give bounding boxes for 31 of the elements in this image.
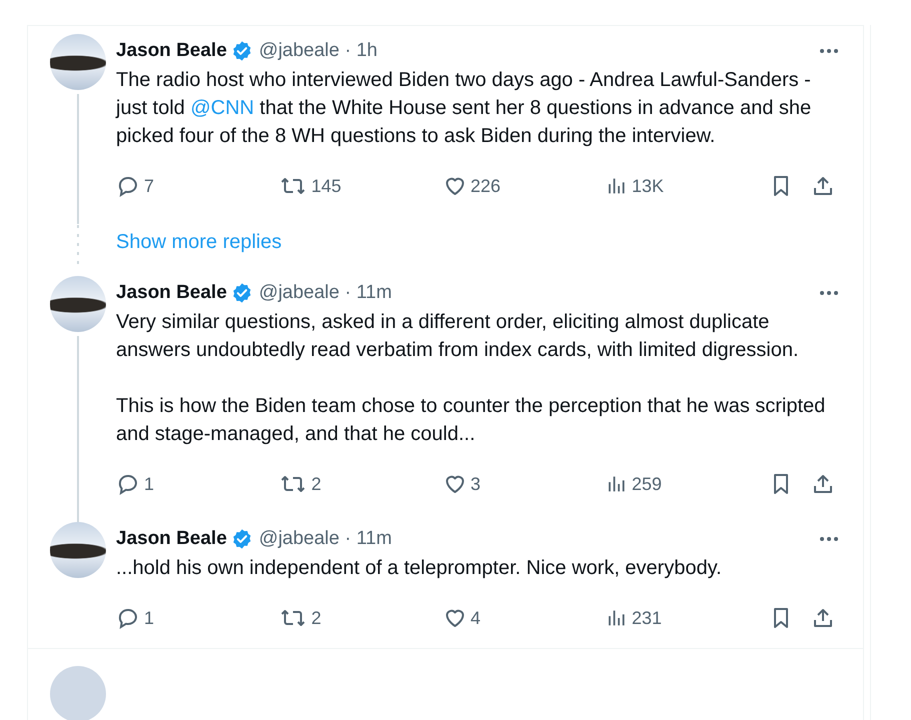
- more-options-icon[interactable]: [819, 290, 839, 296]
- views-button[interactable]: 231: [606, 607, 769, 629]
- like-button[interactable]: 4: [442, 606, 606, 630]
- repost-button[interactable]: 2: [279, 472, 442, 496]
- more-options-icon[interactable]: [819, 536, 839, 542]
- repost-button[interactable]: 2: [279, 606, 442, 630]
- like-button[interactable]: 226: [442, 174, 606, 198]
- reply-button[interactable]: 7: [116, 174, 280, 198]
- share-button[interactable]: [811, 174, 835, 198]
- reply-icon: [116, 174, 140, 198]
- like-button[interactable]: 3: [442, 472, 606, 496]
- author-name[interactable]: Jason Beale: [116, 282, 227, 304]
- repost-button[interactable]: 145: [279, 174, 442, 198]
- author-name[interactable]: Jason Beale: [116, 528, 227, 550]
- views-button[interactable]: 13K: [606, 175, 769, 197]
- reply-button[interactable]: 1: [116, 472, 280, 496]
- author-name[interactable]: Jason Beale: [116, 40, 227, 62]
- reply-button[interactable]: 1: [116, 606, 280, 630]
- share-button[interactable]: [811, 472, 835, 496]
- tweet-text: Very similar questions, asked in a different order, eliciting almost duplicate answers undoubtedly read verbatim from index cards, with limited digression.: [116, 310, 800, 363]
- views-button[interactable]: 259: [606, 473, 769, 495]
- handle-and-time: @jabeale · 11m: [258, 282, 392, 304]
- reply-icon: [116, 472, 140, 496]
- tweet-text: ...hold his own independent of a teleprompter. Nice work, everybody.: [116, 556, 723, 581]
- reply-icon: [116, 606, 140, 630]
- tweet-text: This is how the Biden team chose to counter the perception that he was scripted and stage-managed, and that he could...: [116, 394, 826, 447]
- handle-and-time: @jabeale · 11m: [258, 528, 392, 550]
- tweet-text: The radio host who interviewed Biden two days ago - Andrea Lawful-Sanders - just told @CNN that the White House sent her 8 questions in advance and she picked four of the 8 WH questions to ask Biden during the interview.: [116, 68, 812, 149]
- handle-and-time: @jabeale · 1h: [258, 40, 378, 62]
- more-options-icon[interactable]: [819, 48, 839, 54]
- share-button[interactable]: [811, 606, 835, 630]
